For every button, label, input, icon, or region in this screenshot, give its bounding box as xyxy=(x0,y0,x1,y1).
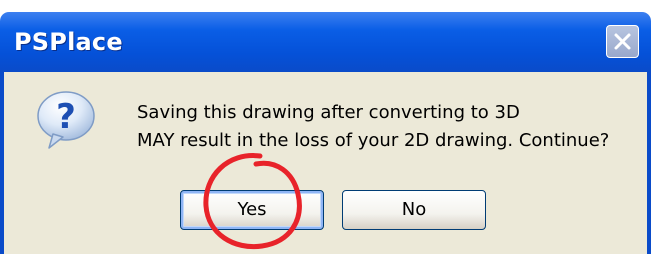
svg-text:?: ? xyxy=(56,97,76,137)
dialog-message: Saving this drawing after converting to … xyxy=(137,99,609,155)
no-button[interactable]: No xyxy=(342,190,486,230)
question-icon: ? xyxy=(33,88,99,154)
window-title: PSPlace xyxy=(14,28,123,56)
yes-button[interactable]: Yes xyxy=(180,190,324,230)
dialog-window: PSPlace ? Saving this drawing after conv… xyxy=(0,0,651,254)
close-icon xyxy=(614,33,631,50)
close-button[interactable] xyxy=(606,25,639,58)
message-line-1: Saving this drawing after converting to … xyxy=(137,102,520,123)
message-line-2: MAY result in the loss of your 2D drawin… xyxy=(137,130,610,151)
